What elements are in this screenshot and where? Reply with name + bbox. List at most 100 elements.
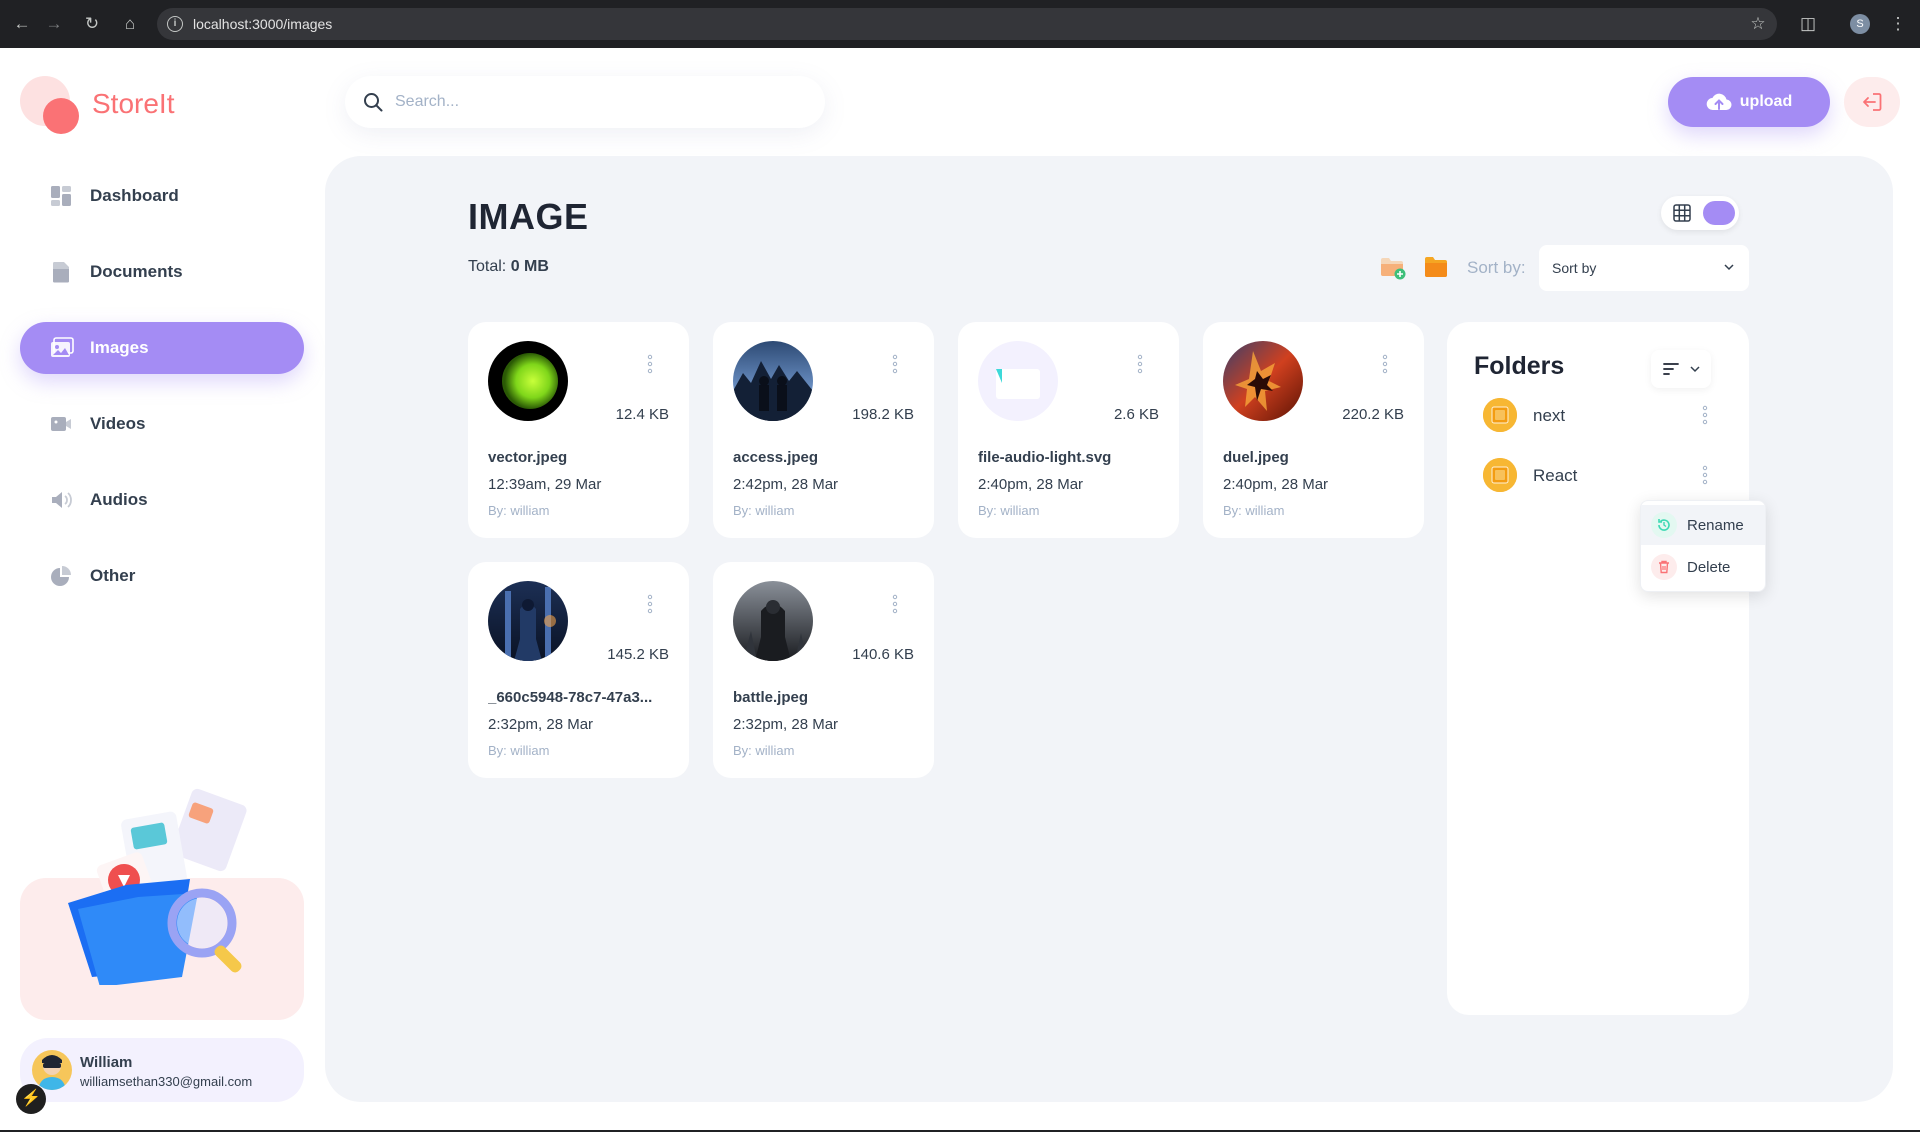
- folder-icon: [1483, 398, 1517, 432]
- file-size: 220.2 KB: [1342, 406, 1404, 423]
- folder-context-menu: Rename Delete: [1640, 500, 1766, 592]
- folder-icon: [1483, 458, 1517, 492]
- documents-icon: [50, 261, 72, 283]
- site-info-icon[interactable]: i: [167, 16, 183, 32]
- upload-button[interactable]: upload: [1668, 77, 1830, 127]
- sidebar-item-videos[interactable]: Videos: [20, 398, 304, 450]
- more-options-icon[interactable]: [1136, 354, 1144, 374]
- more-options-icon[interactable]: [646, 594, 654, 614]
- folder-icon[interactable]: [1424, 256, 1448, 278]
- lightning-icon[interactable]: ⚡: [16, 1084, 46, 1114]
- upload-button-label: upload: [1739, 93, 1793, 110]
- more-options-icon[interactable]: [1701, 465, 1709, 485]
- back-icon[interactable]: ←: [10, 12, 34, 36]
- extensions-icon[interactable]: ◫: [1796, 12, 1820, 36]
- sidebar-item-label: Other: [90, 566, 136, 585]
- dashboard-icon: [50, 185, 72, 207]
- folder-item[interactable]: next: [1483, 398, 1723, 434]
- grid-view-icon: [1673, 204, 1691, 222]
- file-size: 140.6 KB: [852, 646, 914, 663]
- sidebar-item-images[interactable]: Images: [20, 322, 304, 374]
- file-card[interactable]: 2.6 KB file-audio-light.svg 2:40pm, 28 M…: [958, 322, 1179, 538]
- brand-name[interactable]: StoreIt: [92, 88, 174, 120]
- page-title: IMAGE: [468, 196, 589, 237]
- file-thumbnail: [978, 341, 1058, 421]
- file-name: battle.jpeg: [733, 689, 809, 706]
- sidebar-item-documents[interactable]: Documents: [20, 246, 304, 298]
- file-name: file-audio-light.svg: [978, 449, 1112, 466]
- file-card[interactable]: 140.6 KB battle.jpeg 2:32pm, 28 Mar By: …: [713, 562, 934, 778]
- file-size: 12.4 KB: [615, 406, 669, 423]
- file-card[interactable]: 145.2 KB _660c5948-78c7-47a3... 2:32pm, …: [468, 562, 689, 778]
- delete-menu-item[interactable]: Delete: [1641, 547, 1765, 587]
- sort-dropdown[interactable]: Sort by: [1539, 245, 1749, 291]
- file-name: duel.jpeg: [1223, 449, 1289, 466]
- folder-name: React: [1533, 466, 1578, 485]
- folder-sort-button[interactable]: [1651, 350, 1711, 388]
- sidebar-item-dashboard[interactable]: Dashboard: [20, 170, 304, 222]
- sidebar-item-label: Images: [90, 338, 149, 357]
- file-thumbnail: [733, 581, 813, 661]
- file-card[interactable]: 220.2 KB duel.jpeg 2:40pm, 28 Mar By: wi…: [1203, 322, 1424, 538]
- total-size: Total: 0 MB: [468, 258, 549, 276]
- address-bar[interactable]: i localhost:3000/images: [157, 8, 1777, 40]
- brand-logo-icon[interactable]: [20, 76, 80, 136]
- forward-icon[interactable]: →: [42, 12, 66, 36]
- sort-label: Sort by:: [1467, 258, 1526, 277]
- file-thumbnail: [488, 341, 568, 421]
- chevron-down-icon: [1724, 264, 1734, 271]
- sort-lines-icon: [1663, 363, 1679, 375]
- total-label: Total:: [468, 258, 507, 275]
- more-options-icon[interactable]: [1381, 354, 1389, 374]
- file-size: 2.6 KB: [1113, 406, 1159, 423]
- sort-dropdown-value: Sort by: [1552, 260, 1597, 276]
- audio-icon: [50, 489, 72, 511]
- new-folder-icon[interactable]: [1380, 256, 1406, 280]
- file-owner: By: william: [978, 503, 1040, 518]
- more-options-icon[interactable]: [1701, 405, 1709, 425]
- profile-avatar[interactable]: S: [1850, 14, 1870, 34]
- home-icon[interactable]: ⌂: [118, 12, 142, 36]
- user-name: William: [80, 1054, 133, 1071]
- sidebar-item-label: Dashboard: [90, 186, 179, 205]
- more-options-icon[interactable]: [891, 354, 899, 374]
- rename-icon: [1651, 512, 1677, 538]
- toggle-knob: [1703, 201, 1735, 225]
- sidebar-item-audios[interactable]: Audios: [20, 474, 304, 526]
- sidebar-item-label: Audios: [90, 490, 148, 509]
- total-value: 0 MB: [510, 258, 549, 275]
- file-card[interactable]: 198.2 KB access.jpeg 2:42pm, 28 Mar By: …: [713, 322, 934, 538]
- sidebar-item-other[interactable]: Other: [20, 550, 304, 602]
- pie-chart-icon: [50, 565, 72, 587]
- search-input[interactable]: [395, 90, 795, 114]
- file-owner: By: william: [488, 503, 550, 518]
- more-options-icon[interactable]: [891, 594, 899, 614]
- more-options-icon[interactable]: [646, 354, 654, 374]
- search-bar[interactable]: [345, 76, 825, 128]
- folder-name: next: [1533, 406, 1566, 425]
- file-name: _660c5948-78c7-47a3...: [488, 689, 653, 706]
- file-card[interactable]: 12.4 KB vector.jpeg 12:39am, 29 Mar By: …: [468, 322, 689, 538]
- file-thumbnail: [488, 581, 568, 661]
- view-toggle[interactable]: [1661, 196, 1739, 230]
- folders-title: Folders: [1474, 352, 1565, 380]
- rename-menu-item[interactable]: Rename: [1641, 505, 1765, 545]
- reload-icon[interactable]: ↻: [80, 12, 104, 36]
- avatar: [32, 1050, 72, 1090]
- file-thumbnail: [1223, 341, 1303, 421]
- file-date: 2:40pm, 28 Mar: [1223, 476, 1329, 493]
- browser-menu-icon[interactable]: ⋮: [1886, 12, 1910, 36]
- folders-panel: Folders next React: [1447, 322, 1749, 1015]
- bookmark-star-icon[interactable]: ☆: [1746, 12, 1770, 36]
- logout-button[interactable]: [1844, 77, 1900, 127]
- file-owner: By: william: [1223, 503, 1285, 518]
- file-owner: By: william: [733, 503, 795, 518]
- folder-item[interactable]: React: [1483, 458, 1723, 494]
- file-date: 2:40pm, 28 Mar: [978, 476, 1084, 493]
- file-date: 2:32pm, 28 Mar: [733, 716, 839, 733]
- sidebar-item-label: Videos: [90, 414, 146, 433]
- file-name: access.jpeg: [733, 449, 819, 466]
- user-profile-card[interactable]: William williamsethan330@gmail.com: [20, 1038, 304, 1102]
- sidebar-item-label: Documents: [90, 262, 183, 281]
- images-icon: [50, 337, 74, 359]
